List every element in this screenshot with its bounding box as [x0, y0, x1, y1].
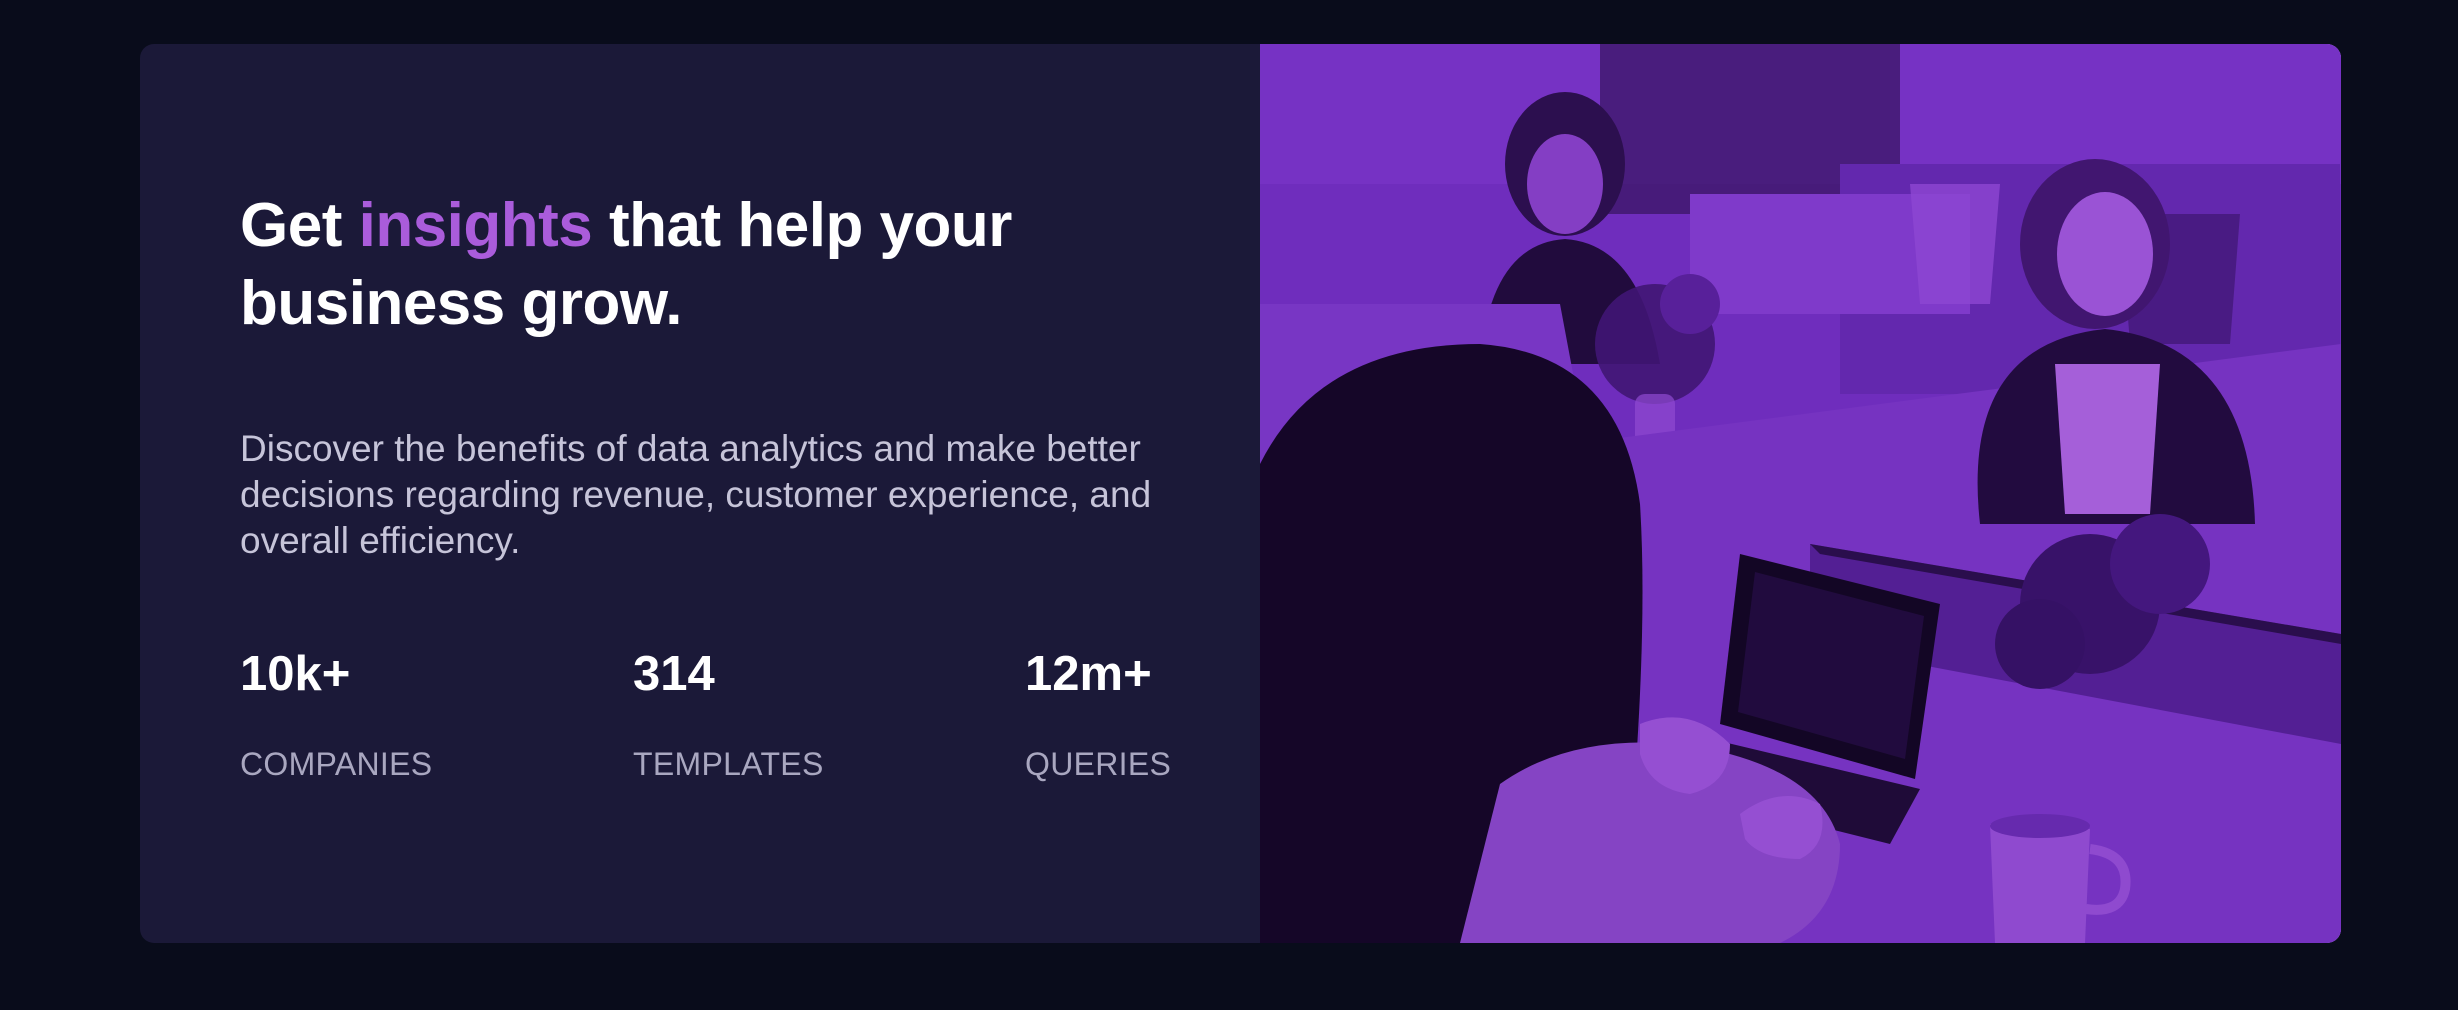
stat-value: 314	[633, 647, 715, 701]
image-purple-overlay	[1260, 44, 2341, 943]
stat-value: 12m+	[1025, 647, 1152, 701]
header-image	[1260, 44, 2341, 943]
stats-preview-card: Get insights that help your business gro…	[140, 44, 2341, 943]
stat-value: 10k+	[240, 647, 351, 701]
headline: Get insights that help your business gro…	[240, 187, 1200, 343]
headline-part-1: Get	[240, 191, 359, 260]
stat-companies: 10k+ COMPANIES	[240, 644, 432, 784]
description: Discover the benefits of data analytics …	[240, 428, 1152, 561]
stat-label: TEMPLATES	[633, 746, 824, 782]
stat-label: COMPANIES	[240, 746, 433, 782]
stat-queries: 12m+ QUERIES	[1025, 644, 1171, 784]
headline-accent: insights	[358, 191, 593, 260]
stat-templates: 314 TEMPLATES	[633, 644, 824, 784]
card-text-column: Get insights that help your business gro…	[140, 44, 1260, 943]
stat-label: QUERIES	[1025, 746, 1172, 782]
